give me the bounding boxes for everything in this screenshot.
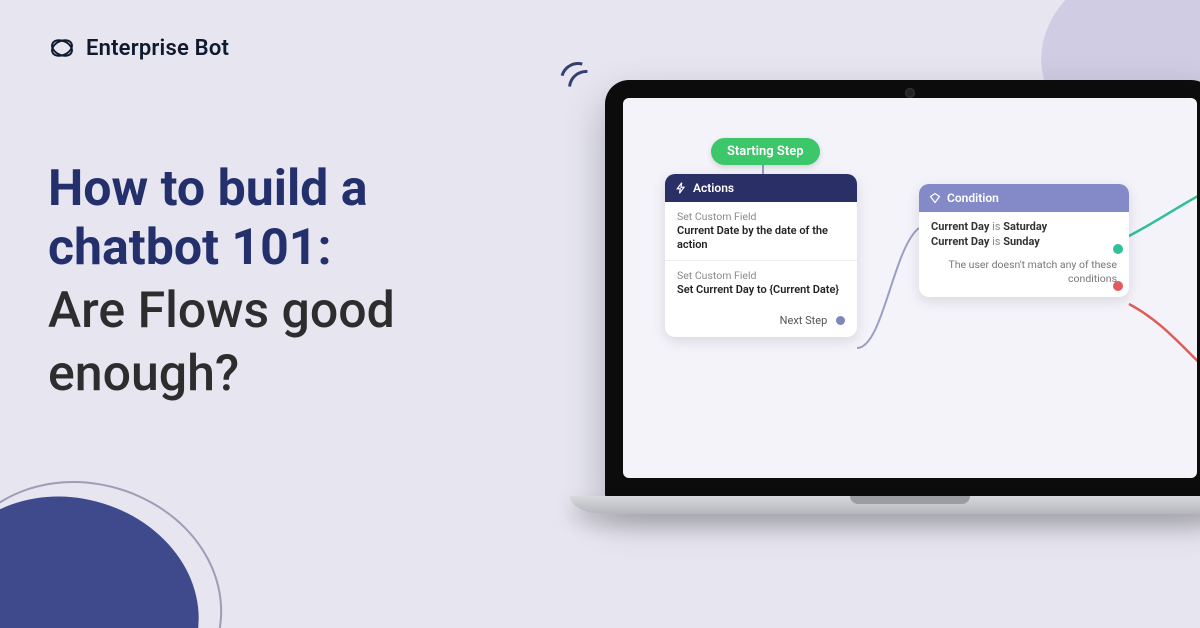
motion-lines-decoration (560, 62, 600, 112)
condition-card-body: Current Day is Saturday Current Day is S… (919, 212, 1129, 297)
condition-row: Current Day is Saturday (931, 220, 1117, 233)
condition-card-title: Condition (947, 191, 999, 205)
output-port[interactable] (836, 316, 845, 325)
actions-card-header: Actions (665, 174, 857, 202)
laptop-base (570, 496, 1200, 514)
headline-line-3: Are Flows good (48, 282, 568, 341)
next-step-label: Next Step (780, 314, 828, 327)
condition-icon (929, 192, 941, 204)
brand-logo: Enterprise Bot (48, 34, 229, 62)
decorative-blob-bottom-left (0, 477, 217, 628)
divider (665, 260, 857, 261)
actions-card-title: Actions (693, 181, 734, 195)
laptop-mockup: Starting Step Actions Set Custom Field C… (580, 80, 1200, 560)
laptop-camera (905, 88, 915, 98)
condition-card[interactable]: Condition Current Day is Saturday Curren… (919, 184, 1129, 297)
headline-line-2: chatbot 101: (48, 219, 568, 278)
actions-card-body: Set Custom Field Current Date by the dat… (665, 202, 857, 314)
headline: How to build a chatbot 101: Are Flows go… (48, 160, 568, 404)
brand-logo-text: Enterprise Bot (86, 36, 229, 61)
starting-step-pill[interactable]: Starting Step (711, 138, 820, 165)
headline-line-1: How to build a (48, 160, 568, 219)
condition-row: Current Day is Sunday (931, 235, 1117, 248)
flow-canvas: Starting Step Actions Set Custom Field C… (623, 98, 1197, 478)
actions-card[interactable]: Actions Set Custom Field Current Date by… (665, 174, 857, 337)
action-row-value: Set Current Day to {Current Date} (677, 283, 845, 297)
actions-next-step[interactable]: Next Step (665, 314, 857, 337)
headline-line-4: enough? (48, 345, 568, 404)
condition-card-header: Condition (919, 184, 1129, 212)
action-row-value: Current Date by the date of the action (677, 224, 845, 253)
condition-else-note: The user doesn't match any of these cond… (931, 250, 1117, 287)
laptop-lid: Starting Step Actions Set Custom Field C… (605, 80, 1200, 500)
actions-icon (675, 182, 687, 194)
action-row-label: Set Custom Field (677, 210, 845, 223)
brand-logo-icon (48, 34, 76, 62)
laptop-screen: Starting Step Actions Set Custom Field C… (623, 98, 1197, 478)
action-row-label: Set Custom Field (677, 269, 845, 282)
